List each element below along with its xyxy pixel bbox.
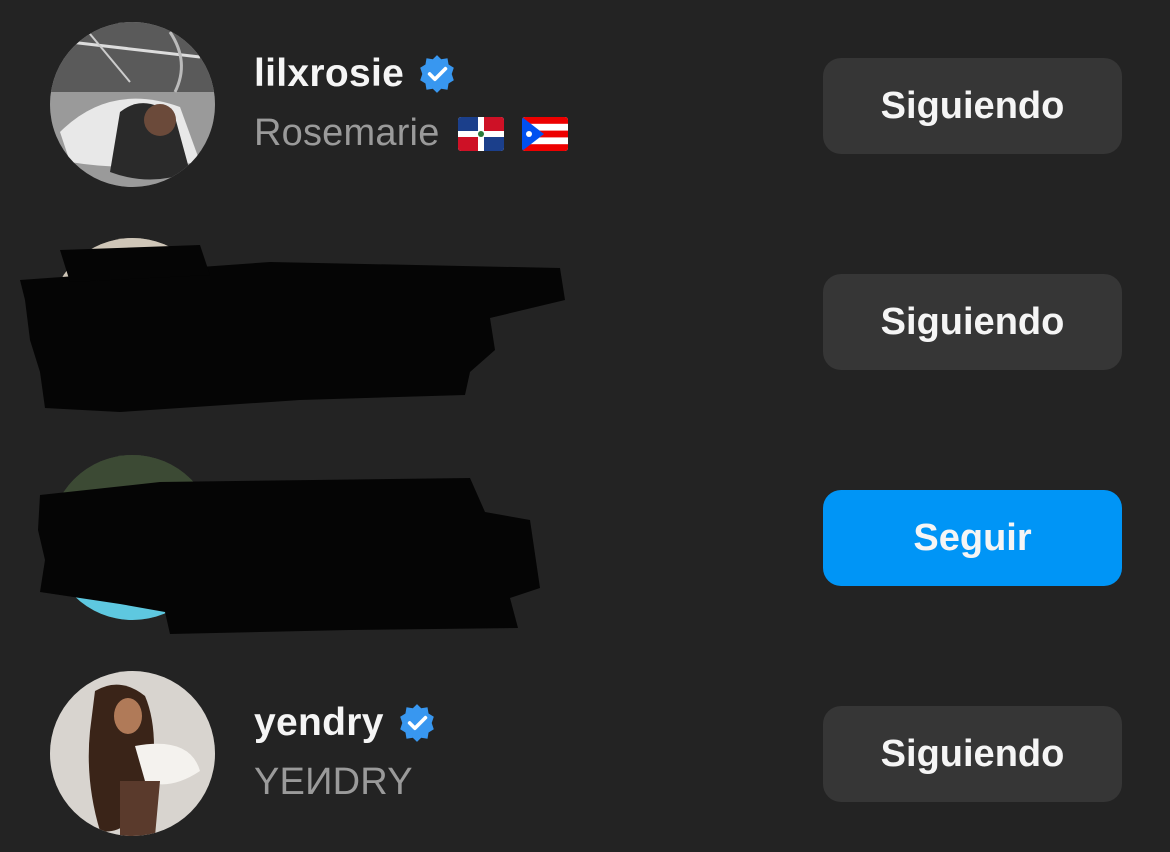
following-list: lilxrosie Rosemarie Siguiendo Siguiendo … xyxy=(0,0,1170,852)
list-item: Seguir xyxy=(0,455,1170,655)
full-name: YEИDRY xyxy=(254,761,413,803)
following-button[interactable]: Siguiendo xyxy=(823,706,1122,802)
avatar[interactable] xyxy=(50,455,215,620)
fullname-line: YEИDRY xyxy=(254,761,413,804)
puerto-rico-flag-icon xyxy=(521,116,568,151)
avatar[interactable] xyxy=(50,671,215,836)
list-item: lilxrosie Rosemarie Siguiendo xyxy=(0,22,1170,222)
list-item: yendry YEИDRY Siguiendo xyxy=(0,671,1170,852)
fullname-line: Rosemarie xyxy=(254,112,568,155)
avatar[interactable] xyxy=(50,22,215,187)
full-name: Rosemarie xyxy=(254,112,440,154)
verified-badge-icon xyxy=(416,53,458,95)
username[interactable]: lilxrosie xyxy=(254,52,404,96)
username-line: lilxrosie xyxy=(254,52,458,96)
following-button[interactable]: Siguiendo xyxy=(823,58,1122,154)
follow-button[interactable]: Seguir xyxy=(823,490,1122,586)
username-line: yendry xyxy=(254,701,438,745)
username[interactable]: yendry xyxy=(254,701,384,745)
list-item: Siguiendo xyxy=(0,238,1170,438)
following-button[interactable]: Siguiendo xyxy=(823,274,1122,370)
dominican-republic-flag-icon xyxy=(457,116,504,151)
verified-badge-icon xyxy=(396,702,438,744)
avatar[interactable] xyxy=(50,238,215,403)
